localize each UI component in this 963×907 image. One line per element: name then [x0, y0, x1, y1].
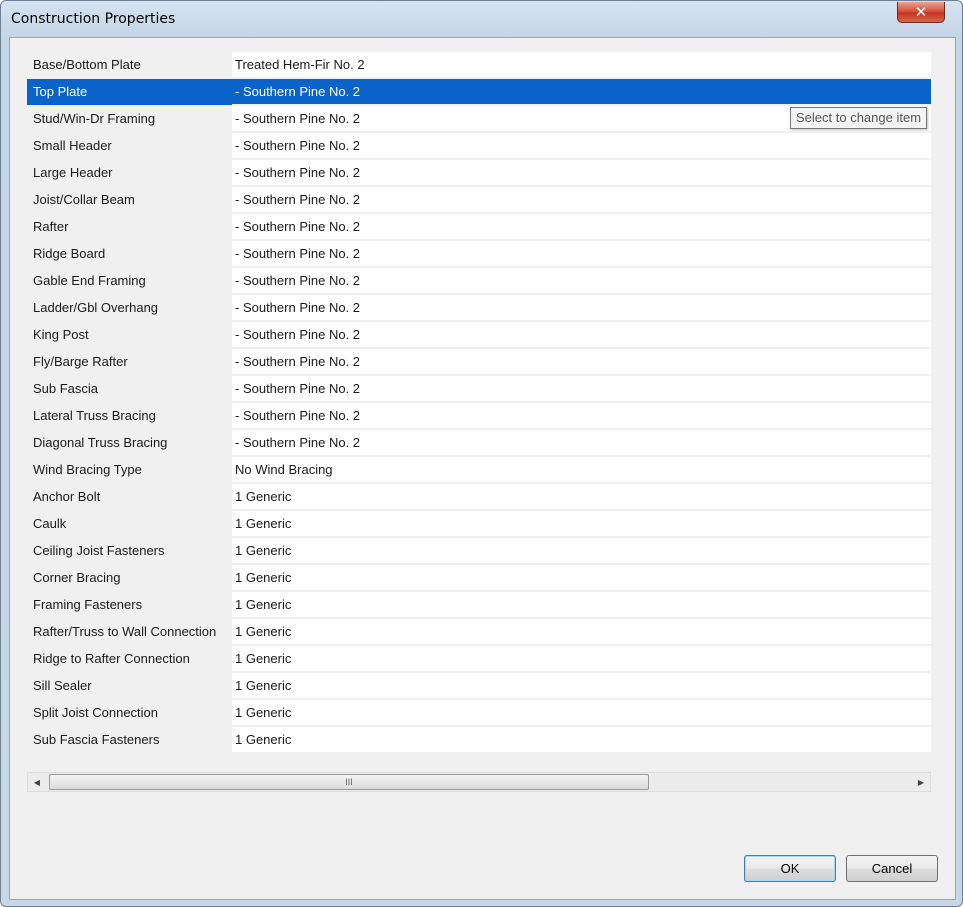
title-bar[interactable]: Construction Properties ✕ [1, 1, 962, 37]
cancel-button[interactable]: Cancel [846, 855, 938, 882]
property-label[interactable]: Framing Fasteners [27, 592, 233, 618]
property-row[interactable]: Large Header - Southern Pine No. 2 [27, 160, 931, 187]
property-row[interactable]: Wind Bracing Type No Wind Bracing [27, 457, 931, 484]
property-row[interactable]: Corner Bracing 1 Generic [27, 565, 931, 592]
property-row[interactable]: Small Header - Southern Pine No. 2 [27, 133, 931, 160]
property-value[interactable]: 1 Generic [232, 646, 931, 672]
property-row[interactable]: Joist/Collar Beam - Southern Pine No. 2 [27, 187, 931, 214]
property-row[interactable]: Lateral Truss Bracing - Southern Pine No.… [27, 403, 931, 430]
property-row[interactable]: Sub Fascia Fasteners 1 Generic [27, 727, 931, 754]
property-value[interactable]: 1 Generic [232, 727, 931, 753]
property-label[interactable]: Wind Bracing Type [27, 457, 233, 483]
tooltip: Select to change item [790, 107, 928, 129]
property-value[interactable]: 1 Generic [232, 511, 931, 537]
property-value[interactable]: 1 Generic [232, 538, 931, 564]
property-value[interactable]: - Southern Pine No. 2 [232, 79, 931, 105]
property-label[interactable]: Top Plate [27, 79, 233, 105]
property-label[interactable]: Ridge to Rafter Connection [27, 646, 233, 672]
property-row[interactable]: Sill Sealer 1 Generic [27, 673, 931, 700]
property-row[interactable]: Anchor Bolt 1 Generic [27, 484, 931, 511]
property-label[interactable]: Ladder/Gbl Overhang [27, 295, 233, 321]
thumb-grip-icon: III [345, 777, 353, 787]
property-value[interactable]: - Southern Pine No. 2 [232, 295, 931, 321]
property-value[interactable]: 1 Generic [232, 619, 931, 645]
close-icon: ✕ [914, 2, 928, 21]
property-row[interactable]: Top Plate - Southern Pine No. 2 [27, 79, 931, 106]
property-row[interactable]: Rafter/Truss to Wall Connection 1 Generic [27, 619, 931, 646]
property-value[interactable]: No Wind Bracing [232, 457, 931, 483]
property-value[interactable]: 1 Generic [232, 673, 931, 699]
property-value[interactable]: 1 Generic [232, 484, 931, 510]
property-row[interactable]: Split Joist Connection 1 Generic [27, 700, 931, 727]
property-label[interactable]: Caulk [27, 511, 233, 537]
property-row[interactable]: Ladder/Gbl Overhang - Southern Pine No. 2 [27, 295, 931, 322]
dialog-title: Construction Properties [11, 11, 176, 27]
property-row[interactable]: Caulk 1 Generic [27, 511, 931, 538]
property-value[interactable]: - Southern Pine No. 2 [232, 430, 931, 456]
property-value[interactable]: - Southern Pine No. 2 [232, 322, 931, 348]
property-label[interactable]: Lateral Truss Bracing [27, 403, 233, 429]
property-value[interactable]: Treated Hem-Fir No. 2 [232, 52, 931, 78]
property-label[interactable]: Anchor Bolt [27, 484, 233, 510]
horizontal-scrollbar[interactable]: ◀ III ▶ [27, 772, 931, 792]
property-value[interactable]: 1 Generic [232, 700, 931, 726]
property-label[interactable]: Rafter [27, 214, 233, 240]
property-label[interactable]: Stud/Win-Dr Framing [27, 106, 233, 132]
property-value[interactable]: - Southern Pine No. 2 [232, 241, 931, 267]
property-row[interactable]: Ceiling Joist Fasteners 1 Generic [27, 538, 931, 565]
property-label[interactable]: Ceiling Joist Fasteners [27, 538, 233, 564]
property-row[interactable]: King Post - Southern Pine No. 2 [27, 322, 931, 349]
property-label[interactable]: Joist/Collar Beam [27, 187, 233, 213]
property-value[interactable]: - Southern Pine No. 2 [232, 376, 931, 402]
property-row[interactable]: Ridge Board - Southern Pine No. 2 [27, 241, 931, 268]
property-value[interactable]: - Southern Pine No. 2 [232, 268, 931, 294]
property-value[interactable]: 1 Generic [232, 565, 931, 591]
property-value[interactable]: - Southern Pine No. 2 [232, 403, 931, 429]
scroll-right-icon[interactable]: ▶ [912, 773, 930, 791]
dialog-client-area: Base/Bottom Plate Treated Hem-Fir No. 2 To… [9, 37, 956, 900]
property-label[interactable]: Large Header [27, 160, 233, 186]
property-row[interactable]: Ridge to Rafter Connection 1 Generic [27, 646, 931, 673]
property-value[interactable]: - Southern Pine No. 2 [232, 133, 931, 159]
ok-button[interactable]: OK [744, 855, 836, 882]
property-label[interactable]: Sill Sealer [27, 673, 233, 699]
dialog-window: Construction Properties ✕ Base/Bottom Pl… [0, 0, 963, 907]
property-label[interactable]: Sub Fascia [27, 376, 233, 402]
property-label[interactable]: King Post [27, 322, 233, 348]
property-value[interactable]: - Southern Pine No. 2 [232, 160, 931, 186]
scroll-left-icon[interactable]: ◀ [28, 773, 46, 791]
property-label[interactable]: Base/Bottom Plate [27, 52, 233, 78]
property-row[interactable]: Diagonal Truss Bracing - Southern Pine No… [27, 430, 931, 457]
property-label[interactable]: Corner Bracing [27, 565, 233, 591]
property-label[interactable]: Fly/Barge Rafter [27, 349, 233, 375]
property-value[interactable]: 1 Generic [232, 592, 931, 618]
close-button[interactable]: ✕ [897, 2, 945, 23]
property-value[interactable]: - Southern Pine No. 2 [232, 187, 931, 213]
property-row[interactable]: Base/Bottom Plate Treated Hem-Fir No. 2 [27, 52, 931, 79]
property-label[interactable]: Split Joist Connection [27, 700, 233, 726]
property-label[interactable]: Small Header [27, 133, 233, 159]
property-row[interactable]: Gable End Framing - Southern Pine No. 2 [27, 268, 931, 295]
property-row[interactable]: Fly/Barge Rafter - Southern Pine No. 2 [27, 349, 931, 376]
property-value[interactable]: - Southern Pine No. 2 [232, 214, 931, 240]
property-label[interactable]: Gable End Framing [27, 268, 233, 294]
property-label[interactable]: Rafter/Truss to Wall Connection [27, 619, 233, 645]
property-label[interactable]: Sub Fascia Fasteners [27, 727, 233, 753]
scrollbar-thumb[interactable]: III [49, 774, 649, 790]
property-label[interactable]: Diagonal Truss Bracing [27, 430, 233, 456]
property-value[interactable]: - Southern Pine No. 2 [232, 349, 931, 375]
property-row[interactable]: Rafter - Southern Pine No. 2 [27, 214, 931, 241]
property-label[interactable]: Ridge Board [27, 241, 233, 267]
property-row[interactable]: Framing Fasteners 1 Generic [27, 592, 931, 619]
property-row[interactable]: Sub Fascia - Southern Pine No. 2 [27, 376, 931, 403]
property-grid: Base/Bottom Plate Treated Hem-Fir No. 2 To… [27, 52, 931, 756]
